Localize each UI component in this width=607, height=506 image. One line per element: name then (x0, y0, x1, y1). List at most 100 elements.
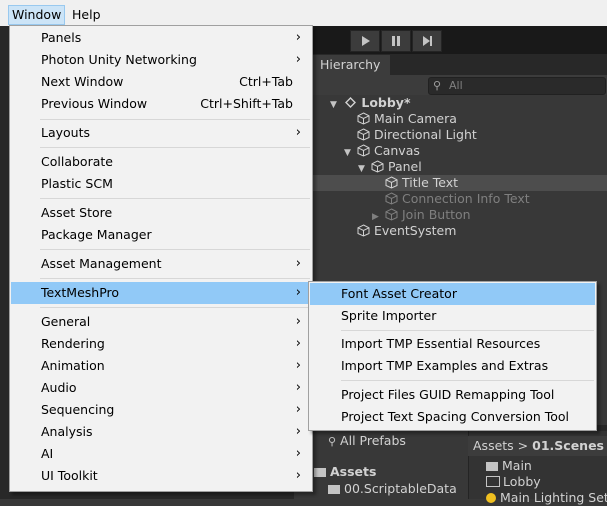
submenu-item-label: Project Text Spacing Conversion Tool (341, 409, 570, 424)
menu-separator (40, 307, 310, 308)
folder-icon (314, 468, 326, 477)
hierarchy-row-label: Main Camera (374, 111, 457, 126)
menu-separator (40, 198, 310, 199)
chevron-right-icon: › (295, 52, 301, 67)
play-icon[interactable] (350, 30, 380, 52)
menu-item-label: Sequencing (41, 402, 115, 417)
submenu-item-guid-remapping[interactable]: Project Files GUID Remapping Tool (310, 384, 595, 406)
submenu-item-label: Import TMP Essential Resources (341, 336, 541, 351)
menu-item-general[interactable]: General › (11, 311, 311, 333)
hierarchy-row-title-text[interactable]: Title Text (385, 175, 458, 191)
folder-label: 00.ScriptableData (344, 481, 457, 496)
step-icon[interactable] (412, 30, 442, 52)
menu-item-next-window[interactable]: Next Window Ctrl+Tab (11, 71, 311, 93)
submenu-item-text-spacing[interactable]: Project Text Spacing Conversion Tool (310, 406, 595, 428)
menu-item-label: AI (41, 446, 54, 461)
folder-all-prefabs[interactable]: ⚲ All Prefabs (328, 433, 406, 449)
gameobject-cube-icon (357, 224, 370, 237)
chevron-right-icon: › (295, 358, 301, 373)
expand-arrow-icon[interactable]: ▼ (358, 161, 371, 177)
gameobject-cube-icon (357, 112, 370, 125)
menu-item-label: Asset Management (41, 256, 162, 271)
menu-item-label: Analysis (41, 424, 93, 439)
hierarchy-row-main-camera[interactable]: Main Camera (357, 111, 457, 127)
hierarchy-row-label: Directional Light (374, 127, 477, 142)
menu-separator (40, 119, 310, 120)
menu-item-audio[interactable]: Audio › (11, 377, 311, 399)
hierarchy-row-eventsystem[interactable]: EventSystem (357, 223, 456, 239)
hierarchy-row-directional-light[interactable]: Directional Light (357, 127, 477, 143)
submenu-item-label: Import TMP Examples and Extras (341, 358, 549, 373)
menu-item-label: Rendering (41, 336, 105, 351)
chevron-right-icon: › (295, 446, 301, 461)
menu-item-animation[interactable]: Animation › (11, 355, 311, 377)
search-icon: ⚲ (328, 435, 337, 448)
menu-item-label: Panels (41, 30, 82, 45)
gameobject-cube-icon (371, 160, 384, 173)
chevron-right-icon: › (295, 30, 301, 45)
menu-item-asset-management[interactable]: Asset Management › (11, 253, 311, 275)
search-icon: ⚲ (433, 79, 442, 92)
menu-item-ai[interactable]: AI › (11, 443, 311, 465)
menu-item-photon[interactable]: Photon Unity Networking › (11, 49, 311, 71)
folder-label: Assets (330, 464, 377, 479)
submenu-item-label: Font Asset Creator (341, 286, 457, 301)
menu-item-asset-store[interactable]: Asset Store (11, 202, 311, 224)
menu-item-analysis[interactable]: Analysis › (11, 421, 311, 443)
folder-label: All Prefabs (340, 433, 406, 448)
menu-item-collaborate[interactable]: Collaborate (11, 151, 311, 173)
gameobject-cube-icon (357, 144, 370, 157)
menu-item-label: General (41, 314, 91, 329)
submenu-item-label: Project Files GUID Remapping Tool (341, 387, 555, 402)
pause-icon[interactable] (381, 30, 411, 52)
hierarchy-row-label: Panel (388, 159, 422, 174)
file-label: Lobby (503, 474, 541, 489)
hierarchy-row-join-button[interactable]: ▶ Join Button (372, 207, 471, 223)
hierarchy-row-canvas[interactable]: ▼ Canvas (344, 143, 420, 159)
menu-item-layouts[interactable]: Layouts › (11, 122, 311, 144)
file-lobby[interactable]: Lobby (486, 474, 541, 490)
play-controls (350, 30, 442, 52)
folder-scriptabledata[interactable]: 00.ScriptableData (328, 481, 457, 497)
menu-item-panels[interactable]: Panels › (11, 27, 311, 49)
submenu-item-import-essential[interactable]: Import TMP Essential Resources (310, 333, 595, 355)
expand-arrow-icon[interactable]: ▼ (344, 145, 357, 161)
menu-item-sequencing[interactable]: Sequencing › (11, 399, 311, 421)
submenu-item-sprite-importer[interactable]: Sprite Importer (310, 305, 595, 327)
scene-row-lobby[interactable]: ▼ Lobby* (330, 95, 411, 111)
chevron-right-icon: › (295, 402, 301, 417)
menu-item-previous-window[interactable]: Previous Window Ctrl+Shift+Tab (11, 93, 311, 115)
menu-item-rendering[interactable]: Rendering › (11, 333, 311, 355)
expand-arrow-icon[interactable]: ▼ (330, 97, 340, 113)
menu-item-label: UI Toolkit (41, 468, 98, 483)
hierarchy-row-connection-info-text[interactable]: Connection Info Text (385, 191, 530, 207)
breadcrumb-assets[interactable]: Assets (473, 438, 514, 453)
submenu-item-import-examples[interactable]: Import TMP Examples and Extras (310, 355, 595, 377)
menu-item-label: Animation (41, 358, 105, 373)
gameobject-cube-icon (357, 128, 370, 141)
submenu-item-font-asset-creator[interactable]: Font Asset Creator (310, 283, 595, 305)
file-main[interactable]: Main (486, 458, 532, 474)
hierarchy-row-label: Canvas (374, 143, 420, 158)
tab-hierarchy[interactable]: Hierarchy (312, 55, 390, 75)
chevron-right-icon: › (295, 468, 301, 483)
folder-assets[interactable]: Assets (314, 464, 376, 480)
file-label: Main Lighting Setti (500, 490, 607, 505)
shortcut-label: Ctrl+Tab (239, 74, 293, 89)
breadcrumb-current[interactable]: 01.Scenes (532, 438, 604, 453)
hierarchy-search-input[interactable]: ⚲ All (428, 77, 606, 95)
chevron-right-icon: › (295, 314, 301, 329)
menu-item-package-manager[interactable]: Package Manager (11, 224, 311, 246)
file-label: Main (502, 458, 532, 473)
menu-separator (40, 249, 310, 250)
chevron-right-icon: › (295, 285, 301, 300)
menu-window[interactable]: Window (8, 5, 66, 25)
textmeshpro-submenu: Font Asset Creator Sprite Importer Impor… (308, 281, 597, 431)
menu-item-ui-toolkit[interactable]: UI Toolkit › (11, 465, 311, 487)
menu-item-label: Package Manager (41, 227, 152, 242)
menu-help[interactable]: Help (72, 6, 101, 24)
file-main-lighting[interactable]: Main Lighting Setti (486, 490, 607, 506)
hierarchy-row-panel[interactable]: ▼ Panel (358, 159, 422, 175)
menu-item-textmeshpro[interactable]: TextMeshPro › (11, 282, 311, 304)
menu-item-plastic-scm[interactable]: Plastic SCM (11, 173, 311, 195)
